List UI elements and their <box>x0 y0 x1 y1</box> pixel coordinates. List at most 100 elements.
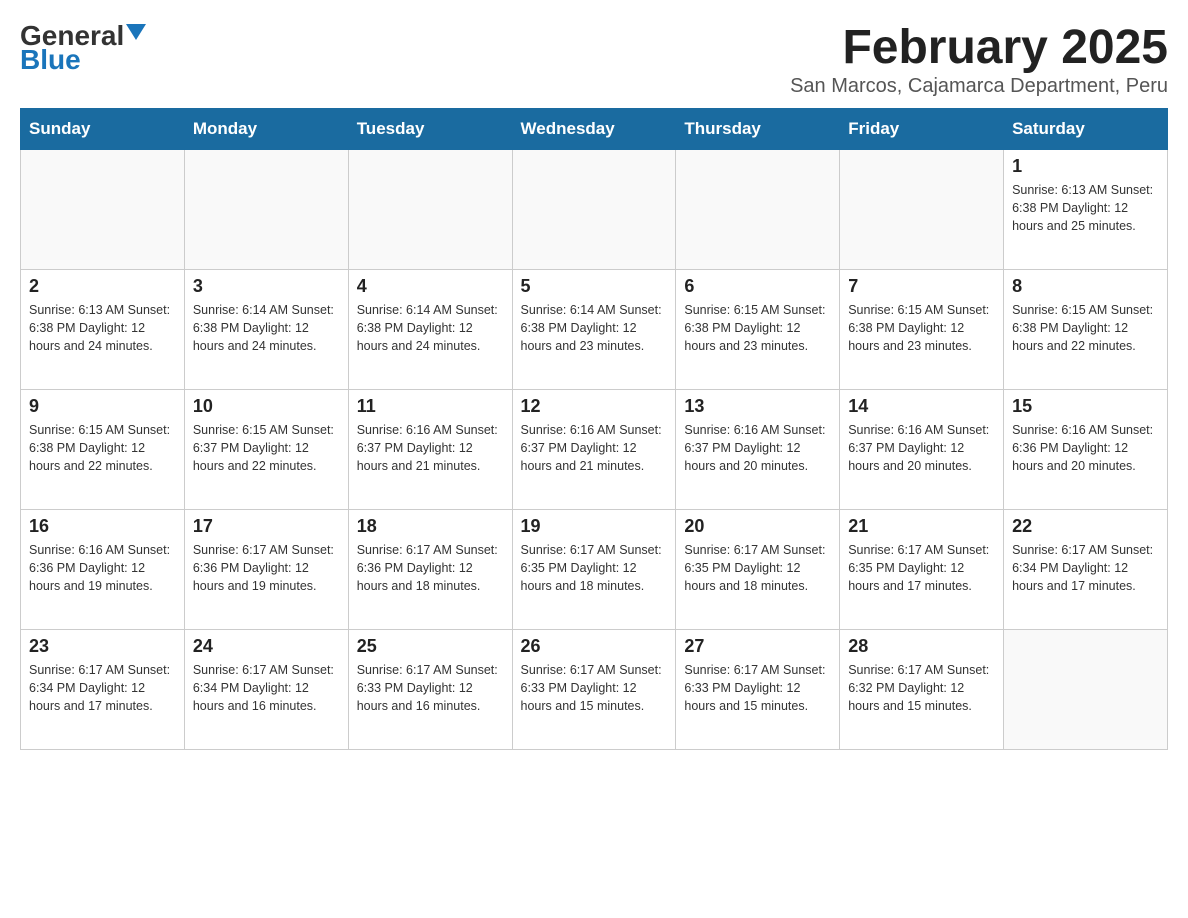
day-info: Sunrise: 6:13 AM Sunset: 6:38 PM Dayligh… <box>29 303 170 353</box>
day-of-week-header: Sunday <box>21 109 185 150</box>
day-number: 15 <box>1012 396 1159 417</box>
day-info: Sunrise: 6:16 AM Sunset: 6:37 PM Dayligh… <box>357 423 498 473</box>
day-number: 23 <box>29 636 176 657</box>
day-info: Sunrise: 6:16 AM Sunset: 6:36 PM Dayligh… <box>29 543 170 593</box>
day-info: Sunrise: 6:17 AM Sunset: 6:34 PM Dayligh… <box>29 663 170 713</box>
calendar-day-cell: 6 Sunrise: 6:15 AM Sunset: 6:38 PM Daylig… <box>676 270 840 390</box>
day-number: 3 <box>193 276 340 297</box>
calendar-subtitle: San Marcos, Cajamarca Department, Peru <box>790 75 1168 98</box>
day-info: Sunrise: 6:17 AM Sunset: 6:32 PM Dayligh… <box>848 663 989 713</box>
page-header: General Blue February 2025 San Marcos, C… <box>20 20 1168 98</box>
day-info: Sunrise: 6:17 AM Sunset: 6:35 PM Dayligh… <box>848 543 989 593</box>
day-number: 27 <box>684 636 831 657</box>
calendar-table: SundayMondayTuesdayWednesdayThursdayFrid… <box>20 108 1168 750</box>
day-info: Sunrise: 6:17 AM Sunset: 6:33 PM Dayligh… <box>521 663 662 713</box>
day-info: Sunrise: 6:17 AM Sunset: 6:33 PM Dayligh… <box>357 663 498 713</box>
day-info: Sunrise: 6:17 AM Sunset: 6:34 PM Dayligh… <box>193 663 334 713</box>
day-info: Sunrise: 6:15 AM Sunset: 6:38 PM Dayligh… <box>1012 303 1153 353</box>
day-info: Sunrise: 6:16 AM Sunset: 6:37 PM Dayligh… <box>684 423 825 473</box>
calendar-day-cell: 16 Sunrise: 6:16 AM Sunset: 6:36 PM Dayli… <box>21 510 185 630</box>
day-number: 16 <box>29 516 176 537</box>
calendar-day-cell <box>512 150 676 270</box>
day-number: 22 <box>1012 516 1159 537</box>
day-of-week-header: Saturday <box>1004 109 1168 150</box>
day-number: 19 <box>521 516 668 537</box>
day-number: 10 <box>193 396 340 417</box>
day-info: Sunrise: 6:16 AM Sunset: 6:36 PM Dayligh… <box>1012 423 1153 473</box>
calendar-day-cell <box>676 150 840 270</box>
day-info: Sunrise: 6:16 AM Sunset: 6:37 PM Dayligh… <box>848 423 989 473</box>
day-info: Sunrise: 6:15 AM Sunset: 6:38 PM Dayligh… <box>29 423 170 473</box>
calendar-day-cell: 20Sunrise: 6:17 AM Sunset: 6:35 PM Dayli… <box>676 510 840 630</box>
day-number: 9 <box>29 396 176 417</box>
day-number: 1 <box>1012 156 1159 177</box>
calendar-day-cell: 10 Sunrise: 6:15 AM Sunset: 6:37 PM Dayli… <box>184 390 348 510</box>
calendar-day-cell <box>348 150 512 270</box>
calendar-day-cell: 15 Sunrise: 6:16 AM Sunset: 6:36 PM Dayli… <box>1004 390 1168 510</box>
day-info: Sunrise: 6:15 AM Sunset: 6:38 PM Dayligh… <box>848 303 989 353</box>
day-info: Sunrise: 6:17 AM Sunset: 6:34 PM Dayligh… <box>1012 543 1153 593</box>
calendar-week-row: 1 Sunrise: 6:13 AM Sunset: 6:38 PM Daylig… <box>21 150 1168 270</box>
day-info: Sunrise: 6:15 AM Sunset: 6:37 PM Dayligh… <box>193 423 334 473</box>
day-of-week-header: Tuesday <box>348 109 512 150</box>
day-number: 26 <box>521 636 668 657</box>
calendar-day-cell: 11 Sunrise: 6:16 AM Sunset: 6:37 PM Dayli… <box>348 390 512 510</box>
day-number: 4 <box>357 276 504 297</box>
day-info: Sunrise: 6:15 AM Sunset: 6:38 PM Dayligh… <box>684 303 825 353</box>
calendar-day-cell: 4 Sunrise: 6:14 AM Sunset: 6:38 PM Daylig… <box>348 270 512 390</box>
calendar-day-cell: 22 Sunrise: 6:17 AM Sunset: 6:34 PM Dayli… <box>1004 510 1168 630</box>
calendar-day-cell: 26 Sunrise: 6:17 AM Sunset: 6:33 PM Dayli… <box>512 630 676 750</box>
calendar-week-row: 9 Sunrise: 6:15 AM Sunset: 6:38 PM Daylig… <box>21 390 1168 510</box>
calendar-day-cell: 24 Sunrise: 6:17 AM Sunset: 6:34 PM Dayli… <box>184 630 348 750</box>
calendar-day-cell: 21 Sunrise: 6:17 AM Sunset: 6:35 PM Dayli… <box>840 510 1004 630</box>
calendar-week-row: 23 Sunrise: 6:17 AM Sunset: 6:34 PM Dayli… <box>21 630 1168 750</box>
day-number: 12 <box>521 396 668 417</box>
calendar-day-cell: 5Sunrise: 6:14 AM Sunset: 6:38 PM Daylig… <box>512 270 676 390</box>
day-number: 8 <box>1012 276 1159 297</box>
day-info: Sunrise: 6:14 AM Sunset: 6:38 PM Dayligh… <box>357 303 498 353</box>
day-number: 28 <box>848 636 995 657</box>
calendar-day-cell: 3 Sunrise: 6:14 AM Sunset: 6:38 PM Daylig… <box>184 270 348 390</box>
calendar-header-row: SundayMondayTuesdayWednesdayThursdayFrid… <box>21 109 1168 150</box>
calendar-day-cell: 23 Sunrise: 6:17 AM Sunset: 6:34 PM Dayli… <box>21 630 185 750</box>
day-number: 18 <box>357 516 504 537</box>
calendar-week-row: 2 Sunrise: 6:13 AM Sunset: 6:38 PM Daylig… <box>21 270 1168 390</box>
day-number: 25 <box>357 636 504 657</box>
calendar-day-cell: 19 Sunrise: 6:17 AM Sunset: 6:35 PM Dayli… <box>512 510 676 630</box>
logo-blue-text: Blue <box>20 44 81 76</box>
day-info: Sunrise: 6:13 AM Sunset: 6:38 PM Dayligh… <box>1012 183 1153 233</box>
calendar-title: February 2025 <box>790 20 1168 75</box>
day-info: Sunrise: 6:14 AM Sunset: 6:38 PM Dayligh… <box>521 303 662 353</box>
day-number: 17 <box>193 516 340 537</box>
day-number: 11 <box>357 396 504 417</box>
calendar-day-cell: 18 Sunrise: 6:17 AM Sunset: 6:36 PM Dayli… <box>348 510 512 630</box>
calendar-day-cell <box>1004 630 1168 750</box>
day-number: 24 <box>193 636 340 657</box>
calendar-day-cell: 28 Sunrise: 6:17 AM Sunset: 6:32 PM Dayli… <box>840 630 1004 750</box>
day-info: Sunrise: 6:17 AM Sunset: 6:36 PM Dayligh… <box>193 543 334 593</box>
day-info: Sunrise: 6:17 AM Sunset: 6:33 PM Dayligh… <box>684 663 825 713</box>
day-number: 14 <box>848 396 995 417</box>
day-number: 21 <box>848 516 995 537</box>
logo: General Blue <box>20 20 146 76</box>
calendar-day-cell: 1 Sunrise: 6:13 AM Sunset: 6:38 PM Daylig… <box>1004 150 1168 270</box>
calendar-day-cell: 27 Sunrise: 6:17 AM Sunset: 6:33 PM Dayli… <box>676 630 840 750</box>
calendar-day-cell: 13 Sunrise: 6:16 AM Sunset: 6:37 PM Dayli… <box>676 390 840 510</box>
day-info: Sunrise: 6:17 AM Sunset: 6:35 PM Dayligh… <box>521 543 662 593</box>
day-info: Sunrise: 6:14 AM Sunset: 6:38 PM Dayligh… <box>193 303 334 353</box>
calendar-day-cell: 14 Sunrise: 6:16 AM Sunset: 6:37 PM Dayli… <box>840 390 1004 510</box>
calendar-day-cell <box>21 150 185 270</box>
calendar-day-cell: 17 Sunrise: 6:17 AM Sunset: 6:36 PM Dayli… <box>184 510 348 630</box>
day-number: 6 <box>684 276 831 297</box>
calendar-day-cell <box>840 150 1004 270</box>
calendar-day-cell: 9 Sunrise: 6:15 AM Sunset: 6:38 PM Daylig… <box>21 390 185 510</box>
day-info: Sunrise: 6:16 AM Sunset: 6:37 PM Dayligh… <box>521 423 662 473</box>
day-number: 13 <box>684 396 831 417</box>
day-number: 2 <box>29 276 176 297</box>
day-info: Sunrise: 6:17 AM Sunset: 6:36 PM Dayligh… <box>357 543 498 593</box>
calendar-day-cell: 2 Sunrise: 6:13 AM Sunset: 6:38 PM Daylig… <box>21 270 185 390</box>
day-of-week-header: Thursday <box>676 109 840 150</box>
calendar-day-cell: 12 Sunrise: 6:16 AM Sunset: 6:37 PM Dayli… <box>512 390 676 510</box>
calendar-day-cell: 7Sunrise: 6:15 AM Sunset: 6:38 PM Daylig… <box>840 270 1004 390</box>
title-area: February 2025 San Marcos, Cajamarca Depa… <box>790 20 1168 98</box>
